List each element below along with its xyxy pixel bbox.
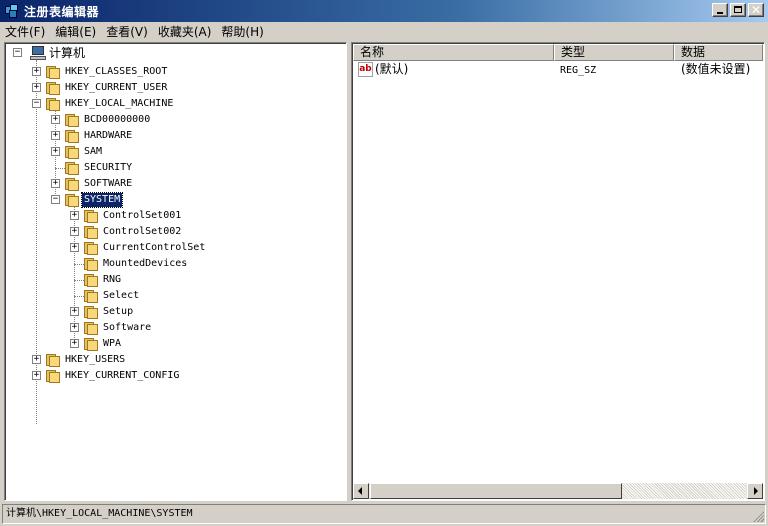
tree-node-software[interactable]: Software	[101, 321, 153, 335]
folder-icon	[64, 113, 80, 127]
status-bar: 计算机\HKEY_LOCAL_MACHINE\SYSTEM	[2, 504, 766, 524]
minimize-icon	[717, 12, 723, 14]
close-button[interactable]: ✕	[748, 3, 764, 17]
tree-node-rng[interactable]: RNG	[101, 273, 123, 287]
arrow-left-icon	[358, 487, 362, 495]
value-data: (数值未设置)	[681, 62, 751, 76]
title-bar[interactable]: 注册表编辑器 ✕	[0, 0, 768, 22]
maximize-button[interactable]	[730, 3, 746, 17]
folder-icon	[83, 337, 99, 351]
folder-icon	[45, 97, 61, 111]
expander-sam[interactable]: +	[51, 147, 60, 156]
expander-hkey-classes-root[interactable]: +	[32, 67, 41, 76]
arrow-right-icon	[754, 487, 758, 495]
horizontal-scrollbar[interactable]	[353, 483, 763, 499]
computer-icon	[30, 46, 46, 60]
tree-node-select[interactable]: Select	[101, 289, 141, 303]
tree-node-sam[interactable]: SAM	[82, 145, 104, 159]
scrollbar-track[interactable]	[623, 483, 746, 499]
column-header-type[interactable]: 类型	[554, 44, 674, 61]
column-header-data[interactable]: 数据	[674, 44, 763, 61]
tree-node-currentcontrolset[interactable]: CurrentControlSet	[101, 241, 207, 255]
expander-hkey-local-machine[interactable]: −	[32, 99, 41, 108]
tree-node-hkey-current-config[interactable]: HKEY_CURRENT_CONFIG	[63, 369, 181, 383]
expander-hkey-current-config[interactable]: +	[32, 371, 41, 380]
folder-icon	[64, 129, 80, 143]
folder-icon	[45, 81, 61, 95]
tree-node-hkey-users[interactable]: HKEY_USERS	[63, 353, 127, 367]
column-header-name[interactable]: 名称	[353, 44, 554, 61]
tree-node-security[interactable]: SECURITY	[82, 161, 134, 175]
menu-view[interactable]: 查看(V)	[101, 23, 153, 41]
folder-icon	[83, 273, 99, 287]
tree-node-hkey-current-user[interactable]: HKEY_CURRENT_USER	[63, 81, 169, 95]
expander-software[interactable]: +	[70, 323, 79, 332]
resize-grip-icon[interactable]	[752, 510, 764, 522]
folder-icon	[45, 353, 61, 367]
menu-edit[interactable]: 编辑(E)	[50, 23, 101, 41]
expander-system[interactable]: −	[51, 195, 60, 204]
tree-node-controlset001[interactable]: ControlSet001	[101, 209, 183, 223]
folder-icon	[45, 65, 61, 79]
folder-icon	[83, 209, 99, 223]
expander-currentcontrolset[interactable]: +	[70, 243, 79, 252]
scroll-left-button[interactable]	[353, 483, 369, 499]
folder-icon	[83, 241, 99, 255]
tree-node-software[interactable]: SOFTWARE	[82, 177, 134, 191]
tree-node-controlset002[interactable]: ControlSet002	[101, 225, 183, 239]
registry-values-pane[interactable]: 名称 类型 数据 ab (默认) REG_SZ (数值未设置)	[351, 42, 765, 501]
expander-hardware[interactable]: +	[51, 131, 60, 140]
expander-bcd00000000[interactable]: +	[51, 115, 60, 124]
expander-controlset001[interactable]: +	[70, 211, 79, 220]
tree-node-hkey-classes-root[interactable]: HKEY_CLASSES_ROOT	[63, 65, 169, 79]
folder-icon	[83, 257, 99, 271]
folder-icon	[83, 321, 99, 335]
tree-node-mounteddevices[interactable]: MountedDevices	[101, 257, 189, 271]
scroll-right-button[interactable]	[747, 483, 763, 499]
tree-node-hardware[interactable]: HARDWARE	[82, 129, 134, 143]
folder-icon	[64, 161, 80, 175]
expander-software[interactable]: +	[51, 179, 60, 188]
registry-tree-pane[interactable]: − 计算机 + HKEY_CLASSES_ROOT + HKEY_CURRENT_US…	[4, 42, 347, 501]
tree-node-bcd00000000[interactable]: BCD00000000	[82, 113, 152, 127]
tree-root-computer[interactable]: 计算机	[49, 46, 85, 60]
expander-wpa[interactable]: +	[70, 339, 79, 348]
value-type: REG_SZ	[560, 65, 597, 76]
folder-icon	[64, 193, 80, 207]
list-item[interactable]: ab (默认) REG_SZ (数值未设置)	[353, 61, 763, 78]
tree-node-hkey-local-machine[interactable]: HKEY_LOCAL_MACHINE	[63, 97, 175, 111]
string-value-icon: ab	[358, 62, 373, 77]
tree-node-setup[interactable]: Setup	[101, 305, 135, 319]
folder-icon	[45, 369, 61, 383]
registry-tree: − 计算机 + HKEY_CLASSES_ROOT + HKEY_CURRENT_US…	[5, 43, 346, 500]
folder-icon	[64, 145, 80, 159]
folder-icon	[83, 225, 99, 239]
expander-hkey-current-user[interactable]: +	[32, 83, 41, 92]
menu-bar: 文件(F) 编辑(E) 查看(V) 收藏夹(A) 帮助(H)	[0, 22, 768, 42]
expander-root[interactable]: −	[13, 48, 22, 57]
menu-favorites[interactable]: 收藏夹(A)	[153, 23, 217, 41]
close-icon: ✕	[751, 3, 762, 17]
regedit-app-icon[interactable]	[4, 3, 20, 19]
folder-icon	[83, 289, 99, 303]
menu-file[interactable]: 文件(F)	[0, 23, 50, 41]
status-path: 计算机\HKEY_LOCAL_MACHINE\SYSTEM	[6, 508, 193, 519]
expander-hkey-users[interactable]: +	[32, 355, 41, 364]
folder-icon	[64, 177, 80, 191]
expander-setup[interactable]: +	[70, 307, 79, 316]
list-header: 名称 类型 数据	[353, 44, 763, 61]
scrollbar-thumb[interactable]	[370, 483, 622, 499]
maximize-icon	[734, 6, 742, 13]
tree-node-wpa[interactable]: WPA	[101, 337, 123, 351]
value-name: (默认)	[375, 62, 409, 76]
expander-controlset002[interactable]: +	[70, 227, 79, 236]
window-title: 注册表编辑器	[24, 4, 100, 19]
menu-help[interactable]: 帮助(H)	[216, 23, 268, 41]
minimize-button[interactable]	[712, 3, 728, 17]
tree-node-system[interactable]: SYSTEM	[80, 192, 124, 208]
folder-icon	[83, 305, 99, 319]
